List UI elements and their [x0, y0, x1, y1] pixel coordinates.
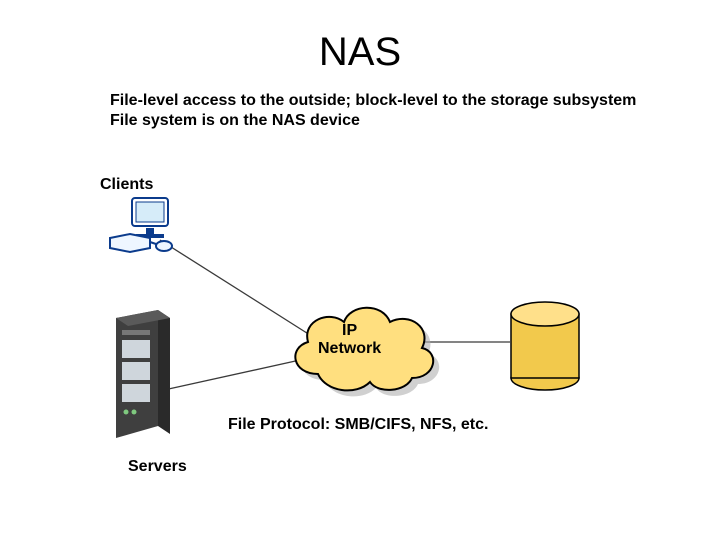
cloud-label-line-1: IP [342, 322, 357, 339]
cloud-label: IP Network [318, 322, 381, 359]
clients-label: Clients [100, 176, 153, 194]
storage-cylinder-icon [506, 300, 584, 399]
server-icon [100, 310, 174, 451]
connections [0, 0, 720, 540]
client-pc-icon [106, 194, 176, 261]
cloud-label-line-2: Network [318, 340, 381, 357]
servers-label: Servers [128, 458, 187, 476]
protocol-label: File Protocol: SMB/CIFS, NFS, etc. [228, 416, 488, 434]
diagram-canvas: NAS File-level access to the outside; bl… [0, 0, 720, 540]
